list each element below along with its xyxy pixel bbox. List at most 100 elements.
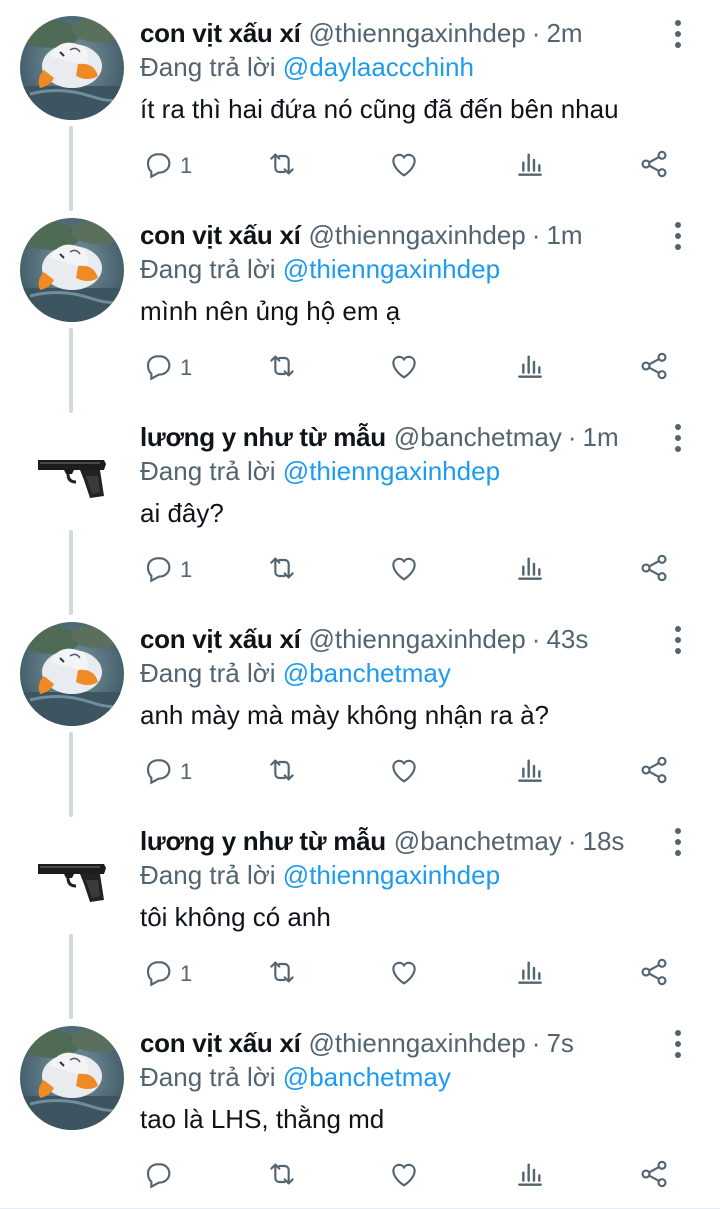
like-button[interactable]	[388, 348, 420, 388]
reply-button[interactable]: 1	[142, 752, 192, 792]
thread-connector	[69, 126, 73, 211]
thread-connector	[69, 934, 73, 1019]
user-handle[interactable]: @thienngaxinhdep	[309, 1028, 526, 1059]
timestamp[interactable]: 43s	[546, 624, 588, 655]
tweet-text: tao là LHS, thằng md	[140, 1104, 385, 1134]
like-button[interactable]	[388, 146, 420, 186]
avatar[interactable]	[20, 1026, 124, 1130]
share-button[interactable]	[638, 348, 670, 388]
mention-link[interactable]: @daylaaccchinh	[283, 52, 474, 82]
avatar[interactable]	[20, 16, 124, 120]
display-name[interactable]: con vịt xấu xí	[140, 18, 301, 49]
like-button[interactable]	[388, 550, 420, 590]
mention-link[interactable]: @banchetmay	[283, 1062, 451, 1092]
reply-button[interactable]: 1	[142, 146, 192, 186]
replying-to-label: Đang trả lời	[140, 52, 276, 82]
reply-icon	[142, 956, 174, 993]
timestamp[interactable]: 2m	[546, 18, 582, 49]
share-button[interactable]	[638, 550, 670, 590]
user-handle[interactable]: @banchetmay	[394, 422, 562, 453]
reply-icon	[142, 1158, 174, 1195]
like-icon	[388, 956, 420, 993]
like-icon	[388, 350, 420, 387]
display-name[interactable]: con vịt xấu xí	[140, 1028, 301, 1059]
tweet-header: con vịt xấu xí @thienngaxinhdep · 43s	[140, 622, 660, 656]
share-button[interactable]	[638, 954, 670, 994]
tweet[interactable]: con vịt xấu xí @thienngaxinhdep · 2m Đan…	[0, 0, 720, 211]
retweet-button[interactable]	[266, 954, 298, 994]
tweet-header: lương y như từ mẫu @banchetmay · 1m	[140, 420, 660, 454]
share-button[interactable]	[638, 1156, 670, 1196]
retweet-button[interactable]	[266, 1156, 298, 1196]
reply-button[interactable]: 1	[142, 550, 192, 590]
tweet-text: ai đây?	[140, 498, 224, 528]
replying-to-label: Đang trả lời	[140, 658, 276, 688]
timestamp[interactable]: 1m	[546, 220, 582, 251]
display-name[interactable]: lương y như từ mẫu	[140, 422, 386, 453]
avatar[interactable]	[20, 420, 124, 524]
avatar[interactable]	[20, 824, 124, 928]
timestamp[interactable]: 18s	[583, 826, 625, 857]
tweet[interactable]: con vịt xấu xí @thienngaxinhdep · 7s Đan…	[0, 1010, 720, 1209]
tweet[interactable]: con vịt xấu xí @thienngaxinhdep · 43s Đa…	[0, 606, 720, 817]
more-options-icon[interactable]	[666, 1026, 690, 1062]
reply-button[interactable]: 1	[142, 954, 192, 994]
separator: ·	[531, 219, 541, 250]
retweet-button[interactable]	[266, 752, 298, 792]
mention-link[interactable]: @thienngaxinhdep	[283, 456, 500, 486]
mention-link[interactable]: @banchetmay	[283, 658, 451, 688]
separator: ·	[531, 17, 541, 48]
retweet-icon	[266, 1158, 298, 1195]
more-options-icon[interactable]	[666, 824, 690, 860]
like-button[interactable]	[388, 752, 420, 792]
avatar[interactable]	[20, 218, 124, 322]
retweet-button[interactable]	[266, 348, 298, 388]
tweet-header: con vịt xấu xí @thienngaxinhdep · 2m	[140, 16, 660, 50]
like-icon	[388, 1158, 420, 1195]
reply-icon	[142, 552, 174, 589]
tweet-header: lương y như từ mẫu @banchetmay · 18s	[140, 824, 660, 858]
reply-count: 1	[180, 153, 193, 178]
share-button[interactable]	[638, 146, 670, 186]
more-options-icon[interactable]	[666, 16, 690, 52]
timestamp[interactable]: 7s	[546, 1028, 573, 1059]
mention-link[interactable]: @thienngaxinhdep	[283, 254, 500, 284]
tweet-text: mình nên ủng hộ em ạ	[140, 296, 401, 326]
tweet[interactable]: lương y như từ mẫu @banchetmay · 18s Đan…	[0, 808, 720, 1019]
timestamp[interactable]: 1m	[583, 422, 619, 453]
like-button[interactable]	[388, 1156, 420, 1196]
display-name[interactable]: lương y như từ mẫu	[140, 826, 386, 857]
tweet[interactable]: lương y như từ mẫu @banchetmay · 1m Đang…	[0, 404, 720, 615]
thread-connector	[69, 732, 73, 817]
retweet-icon	[266, 754, 298, 791]
reply-button[interactable]	[142, 1156, 180, 1196]
separator: ·	[531, 1027, 541, 1058]
display-name[interactable]: con vịt xấu xí	[140, 624, 301, 655]
user-handle[interactable]: @thienngaxinhdep	[309, 220, 526, 251]
like-button[interactable]	[388, 954, 420, 994]
separator: ·	[531, 623, 541, 654]
views-button[interactable]	[514, 348, 546, 388]
user-handle[interactable]: @thienngaxinhdep	[309, 18, 526, 49]
display-name[interactable]: con vịt xấu xí	[140, 220, 301, 251]
more-options-icon[interactable]	[666, 420, 690, 456]
views-button[interactable]	[514, 1156, 546, 1196]
more-options-icon[interactable]	[666, 218, 690, 254]
user-handle[interactable]: @banchetmay	[394, 826, 562, 857]
user-handle[interactable]: @thienngaxinhdep	[309, 624, 526, 655]
reply-count: 1	[180, 759, 193, 784]
mention-link[interactable]: @thienngaxinhdep	[283, 860, 500, 890]
more-options-icon[interactable]	[666, 622, 690, 658]
retweet-button[interactable]	[266, 146, 298, 186]
tweet[interactable]: con vịt xấu xí @thienngaxinhdep · 1m Đan…	[0, 202, 720, 413]
views-button[interactable]	[514, 146, 546, 186]
retweet-button[interactable]	[266, 550, 298, 590]
views-button[interactable]	[514, 954, 546, 994]
reply-button[interactable]: 1	[142, 348, 192, 388]
share-button[interactable]	[638, 752, 670, 792]
views-button[interactable]	[514, 550, 546, 590]
avatar[interactable]	[20, 622, 124, 726]
views-icon	[514, 1158, 546, 1195]
retweet-icon	[266, 350, 298, 387]
views-button[interactable]	[514, 752, 546, 792]
